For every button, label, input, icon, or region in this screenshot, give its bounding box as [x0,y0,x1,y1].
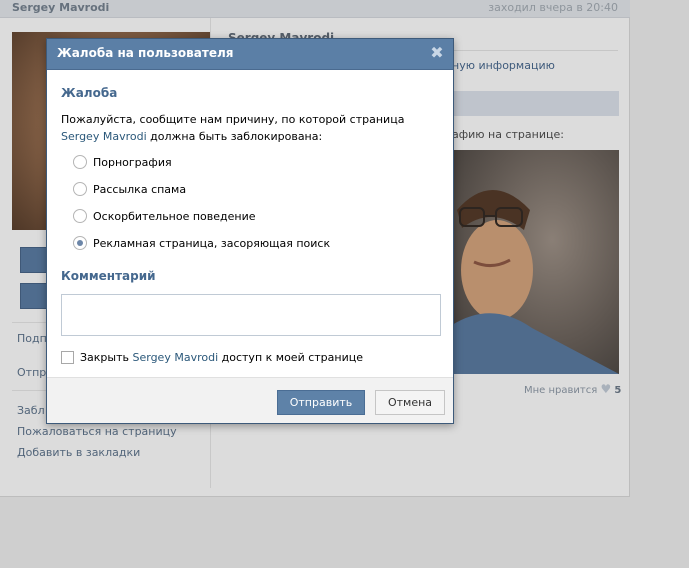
likes-count: 5 [614,385,622,396]
prompt-text-after: должна быть заблокирована: [146,130,323,143]
complaint-heading: Жалоба [61,86,118,100]
block-text-before: Закрыть [80,350,133,364]
comment-heading: Комментарий [61,269,156,283]
block-access-label[interactable]: Закрыть Sergey Mavrodi доступ к моей стр… [80,351,363,364]
reason-option-advertising[interactable]: Рекламная страница, засоряющая поиск [73,235,330,251]
radio-button-selected[interactable] [73,236,87,250]
dialog-header: Жалоба на пользователя ✖ [47,39,453,70]
reason-option-abuse[interactable]: Оскорбительное поведение [73,208,256,224]
prompt-user-link[interactable]: Sergey Mavrodi [61,130,147,143]
profile-photo-illustration [452,190,619,374]
photo-caption: афию на странице: [452,128,564,141]
profile-top-bar: Sergey Mavrodi заходил вчера в 20:40 [0,0,630,18]
send-button[interactable]: Отправить [277,390,365,415]
block-user-link[interactable]: Sergey Mavrodi [133,351,219,364]
likes-label: Мне нравится [524,385,598,396]
reason-label[interactable]: Рассылка спама [93,183,186,196]
add-bookmark-link[interactable]: Добавить в закладки [17,446,140,459]
side-link-partial-3[interactable]: Забл [17,404,45,417]
heart-icon: ♥ [600,382,612,396]
block-access-checkbox[interactable] [61,350,74,364]
prompt-text-before: Пожалуйста, сообщите нам причину, по кот… [61,113,405,126]
likes-counter[interactable]: Мне нравится ♥ 5 [524,382,621,396]
side-link-partial-1[interactable]: Подп [17,332,47,345]
dialog-title: Жалоба на пользователя [57,46,234,60]
report-page-link[interactable]: Пожаловаться на страницу [17,425,177,438]
section-header-band [452,91,619,116]
block-text-after: доступ к моей странице [218,350,363,364]
reason-label[interactable]: Рекламная страница, засоряющая поиск [93,237,330,250]
profile-photo[interactable] [452,150,619,374]
radio-button[interactable] [73,182,87,196]
reason-option-spam[interactable]: Рассылка спама [73,181,186,197]
close-icon[interactable]: ✖ [429,44,445,62]
radio-button[interactable] [73,209,87,223]
side-link-partial-2[interactable]: Отпр [17,366,46,379]
reason-label[interactable]: Оскорбительное поведение [93,210,256,223]
last-seen-status: заходил вчера в 20:40 [488,1,618,14]
reason-option-porn[interactable]: Порнография [73,154,172,170]
complaint-prompt: Пожалуйста, сообщите нам причину, по кот… [61,111,446,145]
block-access-option[interactable]: Закрыть Sergey Mavrodi доступ к моей стр… [61,349,363,365]
comment-input[interactable] [61,294,441,336]
top-bar-user-name[interactable]: Sergey Mavrodi [12,1,109,14]
reason-label[interactable]: Порнография [93,156,172,169]
radio-button[interactable] [73,155,87,169]
cancel-button[interactable]: Отмена [375,390,445,415]
dialog-footer: Отправить Отмена [47,377,453,423]
report-user-dialog: Жалоба на пользователя ✖ Жалоба Пожалуйс… [46,38,454,424]
full-info-link[interactable]: ную информацию [452,59,555,72]
